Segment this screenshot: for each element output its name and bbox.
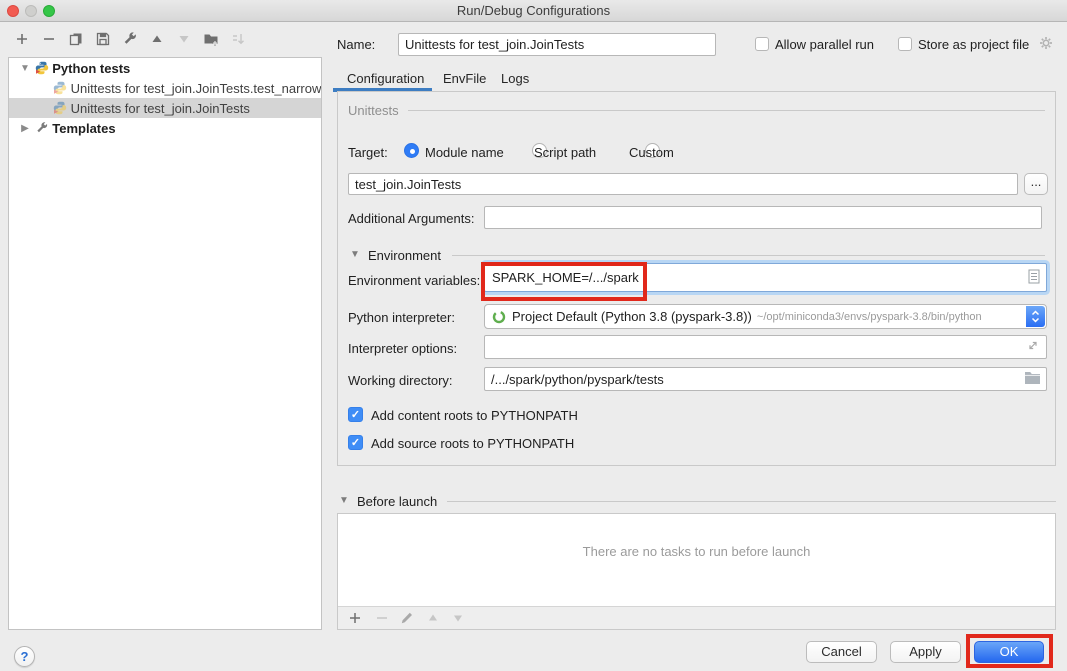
new-folder-icon[interactable] xyxy=(203,31,219,47)
question-icon: ? xyxy=(21,649,29,664)
interpreter-options-input[interactable] xyxy=(484,335,1047,359)
python-interpreter-label: Python interpreter: xyxy=(348,310,455,326)
check-icon: ✓ xyxy=(351,409,360,421)
name-input[interactable] xyxy=(398,33,716,56)
tree-item-label: Unittests for test_join.JoinTests xyxy=(71,99,250,118)
cancel-button[interactable]: Cancel xyxy=(806,641,877,663)
python-tests-icon xyxy=(35,59,49,78)
tree-item-label: Templates xyxy=(52,119,115,138)
before-launch-rule xyxy=(447,501,1056,502)
edit-task-icon xyxy=(400,611,415,626)
working-directory-input[interactable] xyxy=(484,367,1047,391)
apply-button[interactable]: Apply xyxy=(890,641,961,663)
allow-parallel-run-checkbox[interactable] xyxy=(755,37,769,51)
tree-item-unittests-jointests-selected[interactable]: Unittests for test_join.JoinTests xyxy=(9,98,321,118)
environment-variables-field xyxy=(484,263,1047,292)
add-configuration-icon[interactable] xyxy=(14,31,30,47)
before-launch-empty-message: There are no tasks to run before launch xyxy=(338,544,1055,559)
move-up-icon[interactable] xyxy=(149,31,165,47)
interpreter-options-label: Interpreter options: xyxy=(348,341,457,357)
radio-custom-label[interactable]: Custom xyxy=(629,145,674,161)
python-interpreter-dropdown[interactable]: Project Default (Python 3.8 (pyspark-3.8… xyxy=(484,304,1047,329)
tree-item-python-tests[interactable]: ▼ Python tests xyxy=(9,58,321,78)
tab-logs[interactable]: Logs xyxy=(501,71,529,87)
variables-list-icon[interactable] xyxy=(1028,269,1040,287)
python-test-icon xyxy=(53,79,67,98)
target-label: Target: xyxy=(348,145,388,161)
tree-item-label: Python tests xyxy=(52,59,130,78)
additional-arguments-input[interactable] xyxy=(484,206,1042,229)
expand-field-icon[interactable] xyxy=(1026,339,1040,356)
configurations-tree: ▼ Python tests Unittests for test_join.J… xyxy=(8,57,322,630)
environment-rule xyxy=(452,255,1045,256)
browse-target-button[interactable]: ... xyxy=(1024,173,1048,195)
conda-env-icon xyxy=(492,310,506,324)
run-debug-configurations-dialog: Run/Debug Configurations ▼ Python tests xyxy=(0,0,1067,671)
add-content-roots-checkbox[interactable]: ✓ xyxy=(348,407,363,422)
tab-envfile[interactable]: EnvFile xyxy=(443,71,486,87)
tree-item-label: Unittests for test_join.JoinTests.test_n… xyxy=(71,79,321,98)
additional-arguments-label: Additional Arguments: xyxy=(348,211,474,227)
move-task-up-icon xyxy=(426,611,441,626)
folder-icon[interactable] xyxy=(1024,371,1041,387)
save-configuration-icon[interactable] xyxy=(95,31,111,47)
before-launch-section-label: Before launch xyxy=(357,494,437,510)
environment-collapse-icon[interactable]: ▼ xyxy=(350,249,360,260)
before-launch-panel: There are no tasks to run before launch xyxy=(337,513,1056,630)
move-down-icon xyxy=(176,31,192,47)
expand-icon[interactable]: ▶ xyxy=(19,119,31,138)
gear-icon[interactable] xyxy=(1038,35,1054,51)
python-test-icon xyxy=(53,99,67,118)
move-task-down-icon xyxy=(451,611,466,626)
dropdown-stepper-icon[interactable] xyxy=(1026,306,1045,327)
target-input[interactable] xyxy=(348,173,1018,195)
unittests-group-label: Unittests xyxy=(348,103,399,119)
name-label: Name: xyxy=(337,37,375,53)
working-directory-label: Working directory: xyxy=(348,373,453,389)
radio-module-name-label[interactable]: Module name xyxy=(425,145,504,161)
before-launch-toolbar xyxy=(338,606,1055,629)
tab-configuration[interactable]: Configuration xyxy=(347,71,424,87)
check-icon: ✓ xyxy=(351,437,360,449)
tree-item-unittests-test-narrow[interactable]: Unittests for test_join.JoinTests.test_n… xyxy=(9,78,321,98)
title-bar: Run/Debug Configurations xyxy=(0,0,1067,22)
store-as-project-file-checkbox[interactable] xyxy=(898,37,912,51)
radio-module-name[interactable] xyxy=(404,143,419,158)
configuration-panel: Unittests Target: Module name Script pat… xyxy=(337,91,1056,466)
radio-script-path-label[interactable]: Script path xyxy=(534,145,596,161)
before-launch-collapse-icon[interactable]: ▼ xyxy=(339,495,349,506)
environment-variables-label: Environment variables: xyxy=(348,273,480,289)
collapse-icon[interactable]: ▼ xyxy=(19,59,31,78)
environment-variables-input[interactable] xyxy=(486,265,1016,290)
add-source-roots-label: Add source roots to PYTHONPATH xyxy=(371,436,574,452)
help-button[interactable]: ? xyxy=(14,646,35,667)
copy-configuration-icon[interactable] xyxy=(68,31,84,47)
add-source-roots-checkbox[interactable]: ✓ xyxy=(348,435,363,450)
add-content-roots-label: Add content roots to PYTHONPATH xyxy=(371,408,578,424)
group-rule xyxy=(408,110,1045,111)
sort-configurations-icon xyxy=(230,31,246,47)
store-as-project-file-label: Store as project file xyxy=(918,37,1029,53)
add-task-icon[interactable] xyxy=(348,611,363,626)
ok-button[interactable]: OK xyxy=(974,641,1044,663)
python-interpreter-path: ~/opt/miniconda3/envs/pyspark-3.8/bin/py… xyxy=(757,311,982,323)
remove-task-icon xyxy=(375,611,390,626)
tree-item-templates[interactable]: ▶ Templates xyxy=(9,118,321,138)
edit-templates-icon[interactable] xyxy=(122,31,138,47)
allow-parallel-run-label: Allow parallel run xyxy=(775,37,874,53)
python-interpreter-value: Project Default (Python 3.8 (pyspark-3.8… xyxy=(512,309,752,324)
templates-wrench-icon xyxy=(35,119,49,138)
environment-section-label: Environment xyxy=(368,248,441,264)
window-title: Run/Debug Configurations xyxy=(0,0,1067,21)
remove-configuration-icon[interactable] xyxy=(41,31,57,47)
